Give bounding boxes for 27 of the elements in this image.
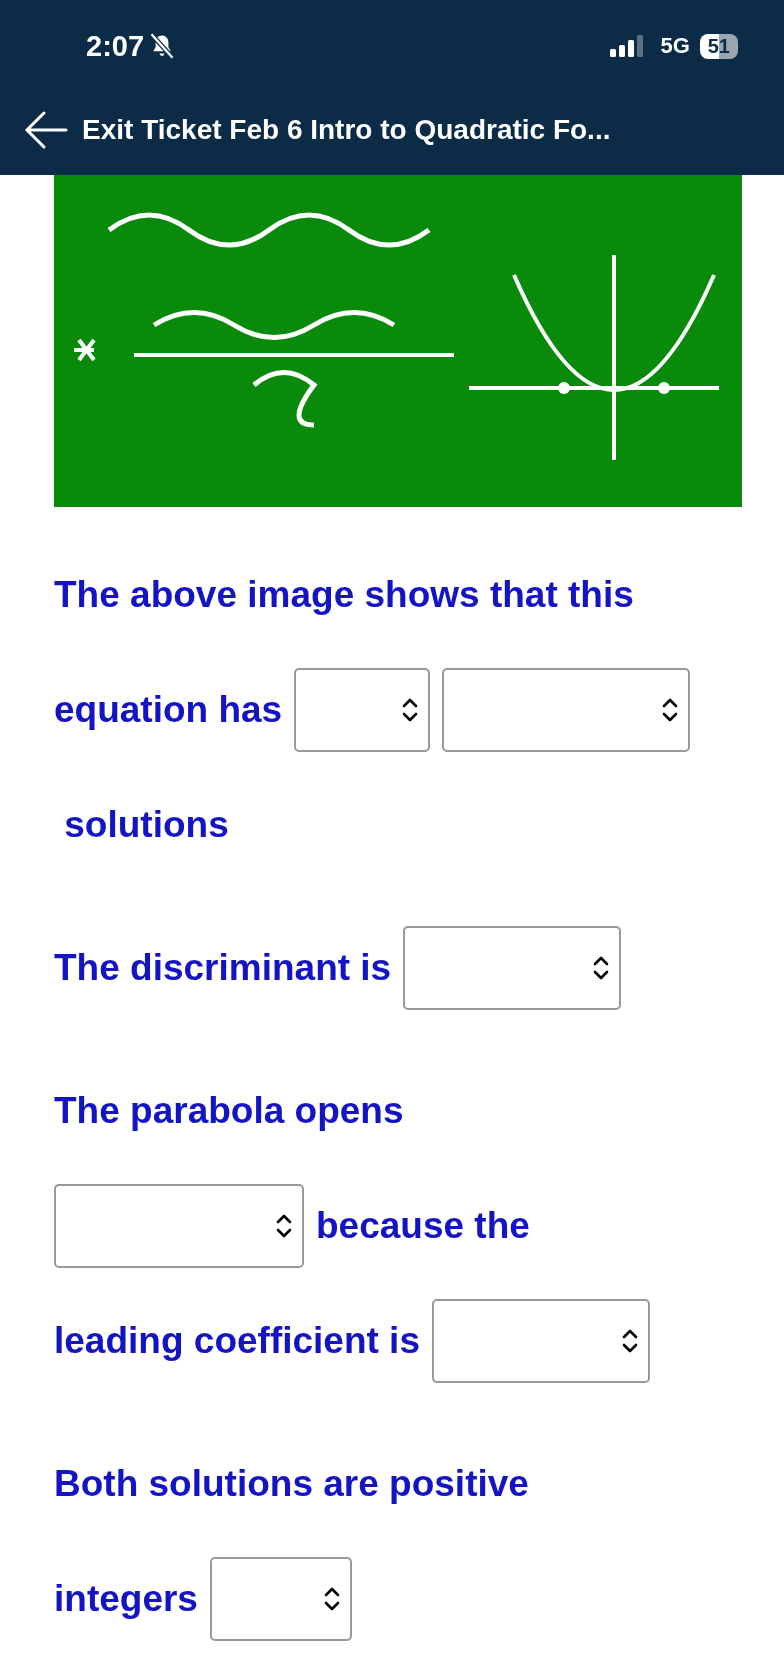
question-text: The discriminant is [54, 946, 392, 989]
question-text: equation has [54, 688, 283, 731]
chevron-up-down-icon [323, 1585, 340, 1612]
answer-dropdown[interactable] [294, 667, 431, 752]
chevron-up-down-icon [276, 1212, 292, 1239]
answer-dropdown[interactable] [442, 667, 691, 752]
chevron-up-down-icon [402, 696, 419, 723]
chevron-up-down-icon [622, 1327, 638, 1354]
network-label: 5G [660, 33, 690, 59]
answer-dropdown[interactable] [432, 1298, 650, 1383]
chevron-up-down-icon [593, 954, 610, 981]
back-arrow-icon[interactable] [24, 110, 68, 150]
battery-icon: 51 [699, 33, 738, 59]
question-text: The parabola opens [54, 1089, 404, 1132]
muted-bell-icon [148, 32, 177, 60]
question-text: Both solutions are positive [54, 1462, 529, 1505]
answer-dropdown[interactable] [403, 925, 622, 1010]
question-text: because the [316, 1204, 530, 1247]
question-text: The above image shows that this [54, 573, 634, 616]
question-text: integers [54, 1577, 198, 1620]
answer-dropdown[interactable] [209, 1556, 352, 1641]
answer-dropdown[interactable] [54, 1183, 304, 1268]
page-title: Exit Ticket Feb 6 Intro to Quadratic Fo... [82, 114, 611, 146]
question-text: solutions [63, 803, 229, 846]
status-time: 2:07 [86, 29, 145, 63]
question-text: leading coefficient is [54, 1319, 420, 1362]
chevron-up-down-icon [662, 696, 679, 723]
